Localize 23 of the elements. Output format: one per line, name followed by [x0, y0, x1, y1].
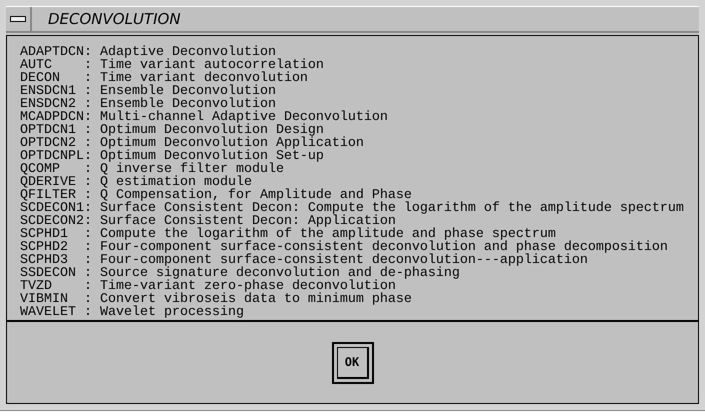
text-line: VIBMIN : Convert vibroseis data to minimum phase [20, 293, 413, 306]
text-line: MCADPDCN: Multi-channel Adaptive Deconvolution [20, 111, 389, 124]
text-line: QFILTER : Q Compensation, for Amplitude and Phase [20, 189, 412, 202]
text-line: QCOMP : Q inverse filter module [20, 163, 285, 176]
text-line: SCDECON2: Surface Consistent Decon: Application [20, 215, 396, 228]
window-title: DECONVOLUTION [48, 10, 181, 28]
text-line: QDERIVE : Q estimation module [20, 176, 253, 189]
text-line: OPTDCN1 : Optimum Deconvolution Design [20, 124, 324, 137]
text-line: DECON : Time variant deconvolution [20, 72, 309, 85]
text-line: SCDECON1: Surface Consistent Decon: Compute the logarithm of the amplitude spectrum [20, 202, 685, 215]
text-line: WAVELET : Wavelet processing [20, 306, 245, 319]
text-line: AUTC : Time variant autocorrelation [20, 59, 325, 72]
text-line: SCPHD2 : Four-component surface-consistent deconvolution and phase decomposition [20, 241, 669, 254]
text-line: ENSDCN2 : Ensemble Deconvolution [20, 98, 277, 111]
text-line: ADAPTDCN: Adaptive Deconvolution [20, 46, 276, 59]
text-line: SCPHD1 : Compute the logarithm of the amplitude and phase spectrum [20, 228, 557, 241]
text-line: OPTDCN2 : Optimum Deconvolution Application [20, 137, 365, 150]
text-line: SSDECON : Source signature deconvolution and de-phasing [20, 267, 461, 280]
text-line: TVZD : Time-variant zero-phase deconvolution [20, 280, 396, 293]
text-line: ENSDCN1 : Ensemble Deconvolution [20, 85, 277, 98]
ok-button[interactable]: OK [332, 342, 374, 384]
text-line: SCPHD3 : Four-component surface-consistent deconvolution---application [20, 254, 589, 267]
text-line: OPTDCNPL: Optimum Deconvolution Set-up [20, 150, 325, 163]
